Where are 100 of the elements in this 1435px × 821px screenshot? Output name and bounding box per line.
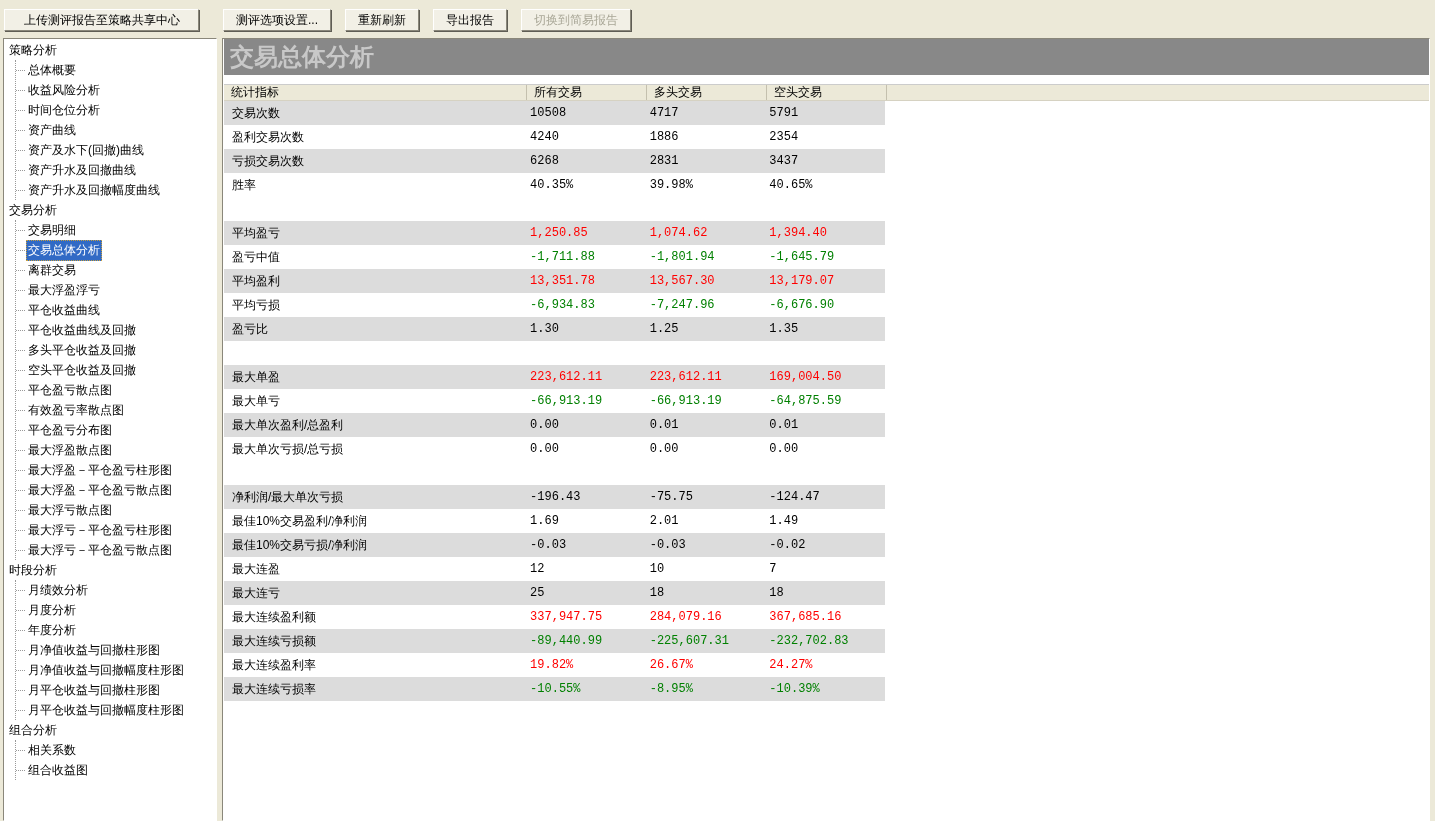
table-cell-text: 最大连盈 [231,560,281,578]
table-cell-text: 1.30 [529,322,560,336]
tree-item[interactable]: 多头平仓收益及回撤 [26,339,138,361]
table-cell-text: -66,913.19 [529,394,604,408]
table-cell-text: -1,645.79 [768,250,836,264]
table-cell-text: 盈利交易次数 [231,128,305,146]
table-cell-text: -75.75 [648,490,694,504]
table-cell-text: 最大单盈 [231,368,281,386]
table-cell-text: 2831 [648,154,680,168]
table-cell-text: 39.98% [648,178,694,192]
table-cell-text: -196.43 [529,490,582,504]
table-cell-text: 1,074.62 [648,226,709,240]
table-cell-text: 2.01 [648,514,680,528]
table-cell-text: -10.39% [768,682,821,696]
column-header[interactable]: 多头交易 [647,85,767,100]
table-cell-text: 3437 [768,154,800,168]
tree-item[interactable]: 最大浮盈散点图 [26,439,114,461]
tree-item[interactable]: 交易分析 [7,199,59,221]
table-cell-text: -7,247.96 [648,298,716,312]
tree-item[interactable]: 组合收益图 [26,759,90,781]
tree-item[interactable]: 相关系数 [26,739,78,761]
table-cell-text: 10508 [529,106,568,120]
table-cell-text: 最大连续亏损额 [231,632,317,650]
table-cell-text: -232,702.83 [768,634,850,648]
table-cell-text: 7 [768,562,778,576]
table-cell-text: -89,440.99 [529,634,604,648]
table-cell-text: 净利润/最大单次亏损 [231,488,345,506]
table-cell-text: 1,250.85 [529,226,589,240]
tree-item[interactable]: 月平仓收益与回撤柱形图 [26,679,162,701]
table-cell-text: 0.01 [648,418,680,432]
tree-item[interactable]: 时间仓位分析 [26,99,102,121]
tree-item[interactable]: 最大浮亏散点图 [26,499,114,521]
tree-item[interactable]: 收益风险分析 [26,79,102,101]
tree-item[interactable]: 交易总体分析 [26,239,102,261]
tree-item[interactable]: 平仓收益曲线 [26,299,102,321]
table-cell-text: 18 [768,586,785,600]
table-cell-text: 0.00 [768,442,800,456]
tree-item[interactable]: 平仓盈亏散点图 [26,379,114,401]
tree-item[interactable]: 资产升水及回撤曲线 [26,159,138,181]
tree-item[interactable]: 交易明细 [26,219,78,241]
table-cell-text: 平均盈亏 [231,224,281,242]
table-cell-text: 13,567.30 [648,274,716,288]
table-cell-text: -8.95% [648,682,694,696]
tree-item[interactable]: 资产曲线 [26,119,78,141]
table-cell-text: 1.49 [768,514,800,528]
table-cell-text: 169,004.50 [768,370,843,384]
table-cell-text: 1,394.40 [768,226,828,240]
table-cell-text: 最大连亏 [231,584,281,602]
tree-item[interactable]: 时段分析 [7,559,59,581]
table-cell-text: -0.03 [648,538,687,552]
table-cell-text: 13,351.78 [529,274,596,288]
tree-item[interactable]: 月净值收益与回撤幅度柱形图 [26,659,186,681]
tree-item[interactable]: 年度分析 [26,619,78,641]
tree-item[interactable]: 最大浮亏－平仓盈亏散点图 [26,539,174,561]
tree-item[interactable]: 离群交易 [26,259,78,281]
tree-item[interactable]: 空头平仓收益及回撤 [26,359,138,381]
tree-item[interactable]: 资产升水及回撤幅度曲线 [26,179,162,201]
tree-item[interactable]: 最大浮亏－平仓盈亏柱形图 [26,519,174,541]
table-cell-text: -1,711.88 [529,250,596,264]
table-cell-text: 40.35% [529,178,575,192]
tree-item[interactable]: 策略分析 [7,39,59,61]
table-cell-text: 盈亏比 [231,320,269,338]
table-cell-text: -0.03 [529,538,568,552]
table-cell-text: 24.27% [768,658,814,672]
tree-item[interactable]: 总体概要 [26,59,78,81]
table-cell-text: 5791 [768,106,800,120]
table-cell-text: 最大连续亏损率 [231,680,317,698]
table-cell-text: 1.69 [529,514,560,528]
column-header[interactable]: 空头交易 [767,85,887,100]
table-cell-text: -0.02 [768,538,807,552]
tree-item[interactable]: 平仓盈亏分布图 [26,419,114,441]
table-cell-text: 19.82% [529,658,575,672]
tree-item[interactable]: 最大浮盈浮亏 [26,279,102,301]
column-header[interactable]: 所有交易 [527,85,647,100]
table-cell-text: 40.65% [768,178,814,192]
tree-item[interactable]: 月绩效分析 [26,579,90,601]
table-cell-text: -1,801.94 [648,250,716,264]
table-cell-text: 交易次数 [231,104,281,122]
tree-item[interactable]: 组合分析 [7,719,59,741]
tree-item[interactable]: 有效盈亏率散点图 [26,399,126,421]
table-cell-text: 0.00 [529,418,560,432]
tree-item[interactable]: 最大浮盈－平仓盈亏柱形图 [26,459,174,481]
table-cell-text: -66,913.19 [648,394,723,408]
column-header[interactable]: 统计指标 [224,85,527,100]
toolbar-button[interactable]: 导出报告 [433,9,507,31]
toolbar-button[interactable]: 测评选项设置... [223,9,331,31]
table-cell-text: 盈亏中值 [231,248,281,266]
tree-item[interactable]: 最大浮盈－平仓盈亏散点图 [26,479,174,501]
toolbar-button[interactable]: 上传测评报告至策略共享中心 [4,9,199,31]
tree-item[interactable]: 资产及水下(回撤)曲线 [26,139,146,161]
tree-item[interactable]: 月平仓收益与回撤幅度柱形图 [26,699,186,721]
tree-item[interactable]: 平仓收益曲线及回撤 [26,319,138,341]
tree-item[interactable]: 月度分析 [26,599,78,621]
toolbar-button[interactable]: 重新刷新 [345,9,419,31]
table-cell-text: -10.55% [529,682,582,696]
table-cell-text: 最佳10%交易盈利/净利润 [231,512,369,530]
tree-item[interactable]: 月净值收益与回撤柱形图 [26,639,162,661]
table-cell-text: -124.47 [768,490,821,504]
table-cell-text: 223,612.11 [529,370,604,384]
table-cell-text: 13,179.07 [768,274,836,288]
